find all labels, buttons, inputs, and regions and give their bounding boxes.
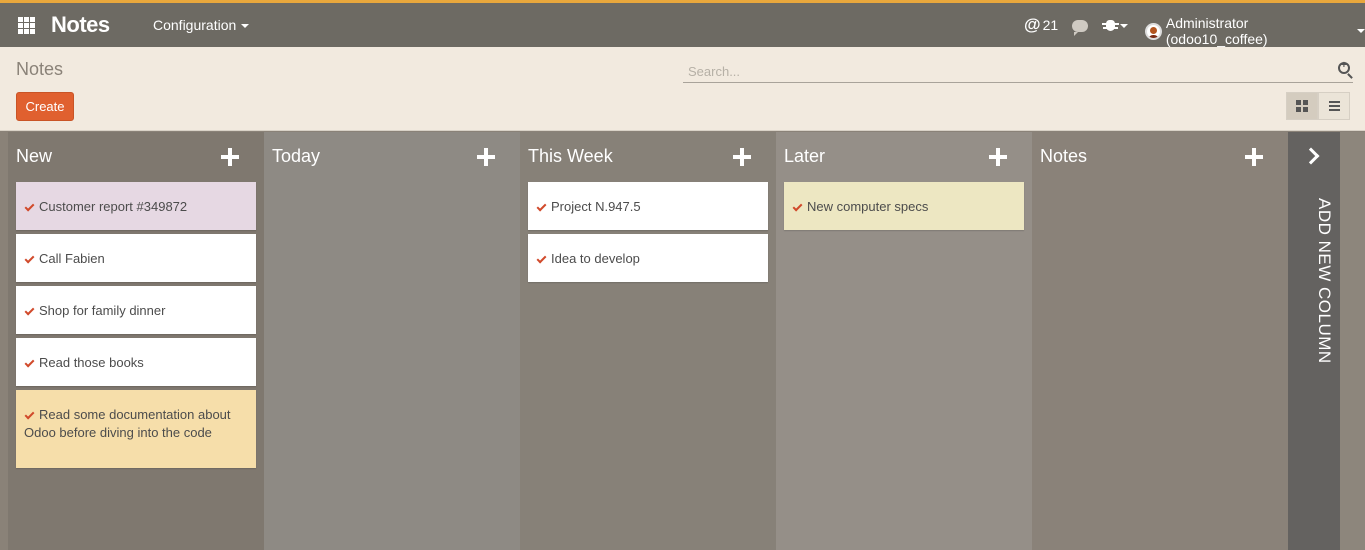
kanban-board: New Customer report #349872 Call Fabien … xyxy=(0,132,1365,550)
note-card[interactable]: Call Fabien xyxy=(16,234,256,282)
create-button[interactable]: Create xyxy=(16,92,74,121)
note-text: Call Fabien xyxy=(39,251,105,266)
note-text: Customer report #349872 xyxy=(39,199,188,214)
checkmark-icon[interactable] xyxy=(24,253,35,264)
note-card[interactable]: Idea to develop xyxy=(528,234,768,282)
note-text: Idea to develop xyxy=(551,251,640,266)
debug-menu-button[interactable] xyxy=(1102,20,1128,31)
checkmark-icon[interactable] xyxy=(536,201,547,212)
configuration-menu-label: Configuration xyxy=(153,17,237,33)
bug-icon xyxy=(1102,20,1119,31)
column-title[interactable]: Today xyxy=(272,146,320,167)
column-title[interactable]: New xyxy=(16,146,52,167)
checkmark-icon[interactable] xyxy=(24,357,35,368)
user-name: Administrator (odoo10_coffee) xyxy=(1165,15,1268,47)
column-title[interactable]: Notes xyxy=(1040,146,1087,167)
add-card-icon[interactable] xyxy=(1245,148,1263,166)
list-icon xyxy=(1328,101,1340,111)
chevron-down-icon xyxy=(1120,23,1128,28)
chat-icon xyxy=(1072,20,1088,36)
note-text: Read some documentation about Odoo befor… xyxy=(24,407,231,440)
add-card-icon[interactable] xyxy=(477,148,495,166)
chevron-down-icon xyxy=(1357,29,1365,33)
chevron-down-icon xyxy=(241,24,250,29)
note-text: Project N.947.5 xyxy=(551,199,641,214)
board-edge xyxy=(1340,132,1365,550)
top-navbar: Notes Configuration @ 21 Administrator (… xyxy=(0,0,1365,47)
add-new-column-panel[interactable]: ADD NEW COLUMN xyxy=(1288,132,1340,550)
note-text: Read those books xyxy=(39,355,144,370)
note-card[interactable]: Read some documentation about Odoo befor… xyxy=(16,390,256,468)
chevron-right-icon xyxy=(1302,147,1320,165)
note-text: New computer specs xyxy=(807,199,929,214)
checkmark-icon[interactable] xyxy=(536,253,547,264)
configuration-menu[interactable]: Configuration xyxy=(153,17,250,33)
add-card-icon[interactable] xyxy=(221,148,239,166)
note-card[interactable]: New computer specs xyxy=(784,182,1024,230)
board-edge xyxy=(0,132,8,550)
column-title[interactable]: This Week xyxy=(528,146,613,167)
at-sign-icon: @ xyxy=(1024,15,1041,34)
checkmark-icon[interactable] xyxy=(24,305,35,316)
user-menu[interactable]: Administrator (odoo10_coffee) xyxy=(1145,15,1365,47)
breadcrumb: Notes xyxy=(16,59,64,79)
checkmark-icon[interactable] xyxy=(24,409,35,420)
kanban-column-notes: Notes xyxy=(1032,132,1288,550)
messaging-button[interactable] xyxy=(1072,20,1088,36)
view-switcher xyxy=(1286,92,1350,120)
note-card[interactable]: Customer report #349872 xyxy=(16,182,256,230)
search-input[interactable] xyxy=(683,61,1313,81)
kanban-column-new: New Customer report #349872 Call Fabien … xyxy=(8,132,264,550)
avatar xyxy=(1145,22,1162,40)
checkmark-icon[interactable] xyxy=(792,201,803,212)
search-options-icon[interactable] xyxy=(1338,60,1350,74)
add-card-icon[interactable] xyxy=(989,148,1007,166)
apps-menu-icon[interactable] xyxy=(18,17,35,34)
add-new-column-label: ADD NEW COLUMN xyxy=(1315,198,1334,364)
note-card[interactable]: Shop for family dinner xyxy=(16,286,256,334)
note-card[interactable]: Read those books xyxy=(16,338,256,386)
kanban-column-later: Later New computer specs xyxy=(776,132,1032,550)
search-bar xyxy=(683,60,1353,83)
kanban-view-button[interactable] xyxy=(1286,92,1318,120)
column-title[interactable]: Later xyxy=(784,146,825,167)
note-text: Shop for family dinner xyxy=(39,303,166,318)
checkmark-icon[interactable] xyxy=(24,201,35,212)
note-card[interactable]: Project N.947.5 xyxy=(528,182,768,230)
list-view-button[interactable] xyxy=(1318,92,1350,120)
add-card-icon[interactable] xyxy=(733,148,751,166)
control-panel: Notes Create xyxy=(0,47,1365,131)
kanban-column-today: Today xyxy=(264,132,520,550)
app-title: Notes xyxy=(51,12,110,37)
mentions-count: 21 xyxy=(1042,17,1059,33)
kanban-icon xyxy=(1296,100,1308,112)
mentions-button[interactable]: @ 21 xyxy=(1024,15,1058,35)
kanban-column-this-week: This Week Project N.947.5 Idea to develo… xyxy=(520,132,776,550)
